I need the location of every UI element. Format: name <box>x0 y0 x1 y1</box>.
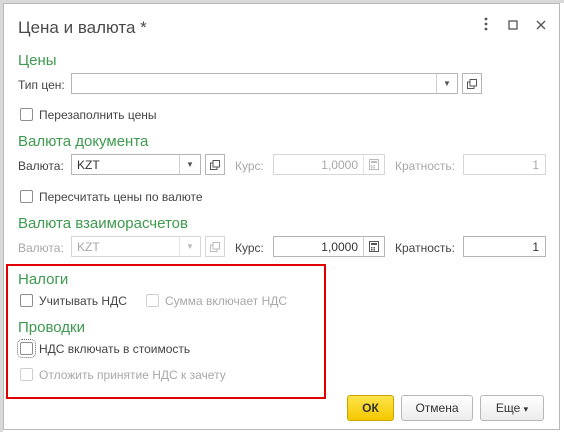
chevron-down-icon: ▾ <box>523 404 529 414</box>
ok-button[interactable]: ОК <box>347 395 394 421</box>
cancel-button[interactable]: Отмена <box>401 395 473 421</box>
highlight-box <box>6 264 326 399</box>
doc-currency-field[interactable]: KZT ▼ <box>71 154 201 175</box>
price-type-label: Тип цен: <box>18 78 65 92</box>
open-icon <box>467 79 477 89</box>
recalc-prices-label: Пересчитать цены по валюте <box>39 190 203 204</box>
settlement-currency-value: KZT <box>77 240 100 254</box>
settlement-multiplicity-value: 1 <box>532 240 539 254</box>
close-icon[interactable] <box>533 17 549 35</box>
price-type-field[interactable]: ▼ <box>71 73 458 94</box>
doc-currency-section-title: Валюта документа <box>18 133 149 150</box>
doc-multiplicity-field: 1 <box>463 154 546 175</box>
calculator-icon <box>363 155 384 174</box>
doc-multiplicity-value: 1 <box>532 158 539 172</box>
price-type-open-button[interactable] <box>462 73 482 94</box>
doc-rate-field: 1,0000 <box>273 154 385 175</box>
vertical-dots-icon[interactable] <box>478 17 494 35</box>
settlement-currency-section-title: Валюта взаиморасчетов <box>18 215 188 232</box>
settlement-rate-value: 1,0000 <box>321 240 358 254</box>
doc-multiplicity-label: Кратность: <box>395 159 455 173</box>
settlement-currency-open-button <box>205 236 225 257</box>
doc-rate-label: Курс: <box>235 159 264 173</box>
more-button[interactable]: Еще ▾ <box>480 395 544 421</box>
calculator-icon[interactable] <box>363 237 384 256</box>
settlement-currency-label: Валюта: <box>18 241 64 255</box>
doc-currency-open-button[interactable] <box>205 154 225 175</box>
open-icon <box>210 160 220 170</box>
dialog-title: Цена и валюта * <box>18 18 147 37</box>
refill-prices-label: Перезаполнить цены <box>39 108 157 122</box>
settlement-currency-field: KZT ▼ <box>71 236 201 257</box>
more-button-label: Еще <box>495 401 521 415</box>
open-icon <box>210 242 220 252</box>
chevron-down-icon[interactable]: ▼ <box>179 155 200 174</box>
maximize-icon[interactable] <box>505 17 521 35</box>
refill-prices-checkbox[interactable] <box>20 108 33 121</box>
dialog-window: Цена и валюта * Цены Тип цен: ▼ Перезапо… <box>3 3 560 430</box>
settlement-multiplicity-label: Кратность: <box>395 241 455 255</box>
chevron-down-icon[interactable]: ▼ <box>436 74 457 93</box>
settlement-rate-field[interactable]: 1,0000 <box>273 236 385 257</box>
doc-currency-value: KZT <box>77 158 100 172</box>
chevron-down-icon: ▼ <box>179 237 200 256</box>
recalc-prices-checkbox[interactable] <box>20 190 33 203</box>
settlement-multiplicity-field[interactable]: 1 <box>463 236 546 257</box>
settlement-rate-label: Курс: <box>235 241 264 255</box>
doc-currency-label: Валюта: <box>18 159 64 173</box>
doc-rate-value: 1,0000 <box>321 158 358 172</box>
prices-section-title: Цены <box>18 52 57 69</box>
